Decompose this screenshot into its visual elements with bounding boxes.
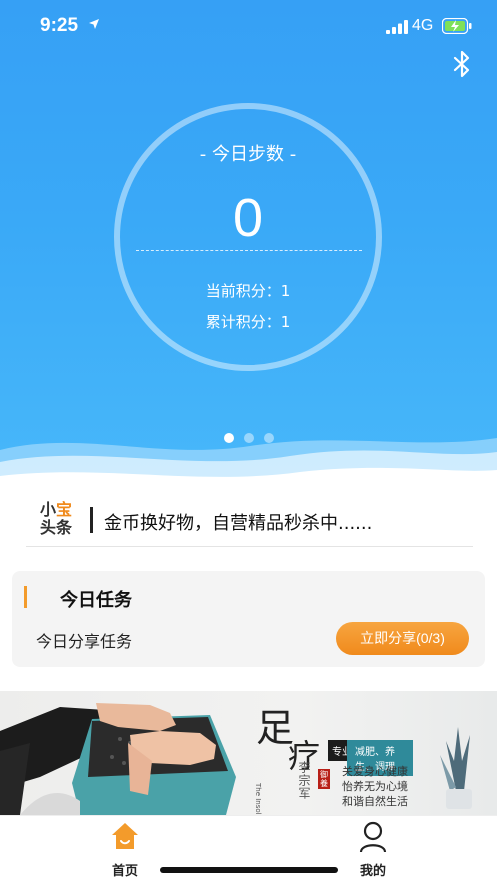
location-arrow-icon [89, 19, 99, 29]
banner-seal: 御養 [318, 769, 330, 789]
daily-task-card: 今日任务 今日分享任务 立即分享(0/3) [12, 571, 485, 667]
home-indicator [160, 867, 338, 873]
task-title: 今日任务 [60, 590, 132, 611]
step-count: 0 [232, 188, 264, 248]
tab-mine[interactable]: 我的 [323, 816, 423, 879]
tab-mine-label: 我的 [359, 864, 386, 879]
banner-author: 李宗军 [297, 761, 311, 800]
plant-decoration-icon [440, 727, 472, 809]
news-ticker[interactable]: 小宝 头条 金币换好物，自营精品秒杀中...... [26, 495, 473, 547]
banner-slogan-2: 怡养无为心境 [342, 780, 408, 793]
steps-hero: 9:25 4G - 今日步数 - 0 当前积分：1 累计积分：1 [0, 0, 497, 492]
current-points: 当前积分：1 [205, 282, 291, 300]
home-icon [112, 823, 138, 849]
status-bar: 9:25 4G [0, 0, 497, 56]
news-divider [90, 507, 93, 533]
status-time: 9:25 [40, 15, 79, 36]
task-accent-bar [24, 586, 27, 608]
total-points: 累计积分：1 [205, 313, 291, 331]
banner-slogan-1: 关爱身心健康 [342, 765, 408, 778]
banner-english-text: The Insole Health [254, 783, 262, 815]
wave-decoration [0, 438, 497, 492]
foot-massager-image [0, 703, 236, 815]
banner-slogan-3: 和谐自然生活 [342, 795, 408, 808]
news-headline: 金币换好物，自营精品秒杀中...... [104, 513, 373, 534]
battery-charging-icon [442, 18, 472, 34]
bluetooth-icon[interactable] [452, 50, 472, 78]
network-type: 4G [412, 17, 434, 34]
step-title: - 今日步数 - [199, 144, 297, 165]
share-now-button[interactable]: 立即分享(0/3) [336, 622, 469, 655]
share-task-label: 今日分享任务 [36, 632, 133, 651]
user-icon [359, 821, 387, 853]
foot-therapy-banner[interactable]: 足 疗 The Insole Health 李宗军 御養 专业 减肥、养生、调理… [0, 691, 497, 815]
signal-icon [386, 20, 408, 34]
news-logo: 小宝 头条 [40, 500, 73, 537]
dashed-divider [136, 250, 362, 251]
